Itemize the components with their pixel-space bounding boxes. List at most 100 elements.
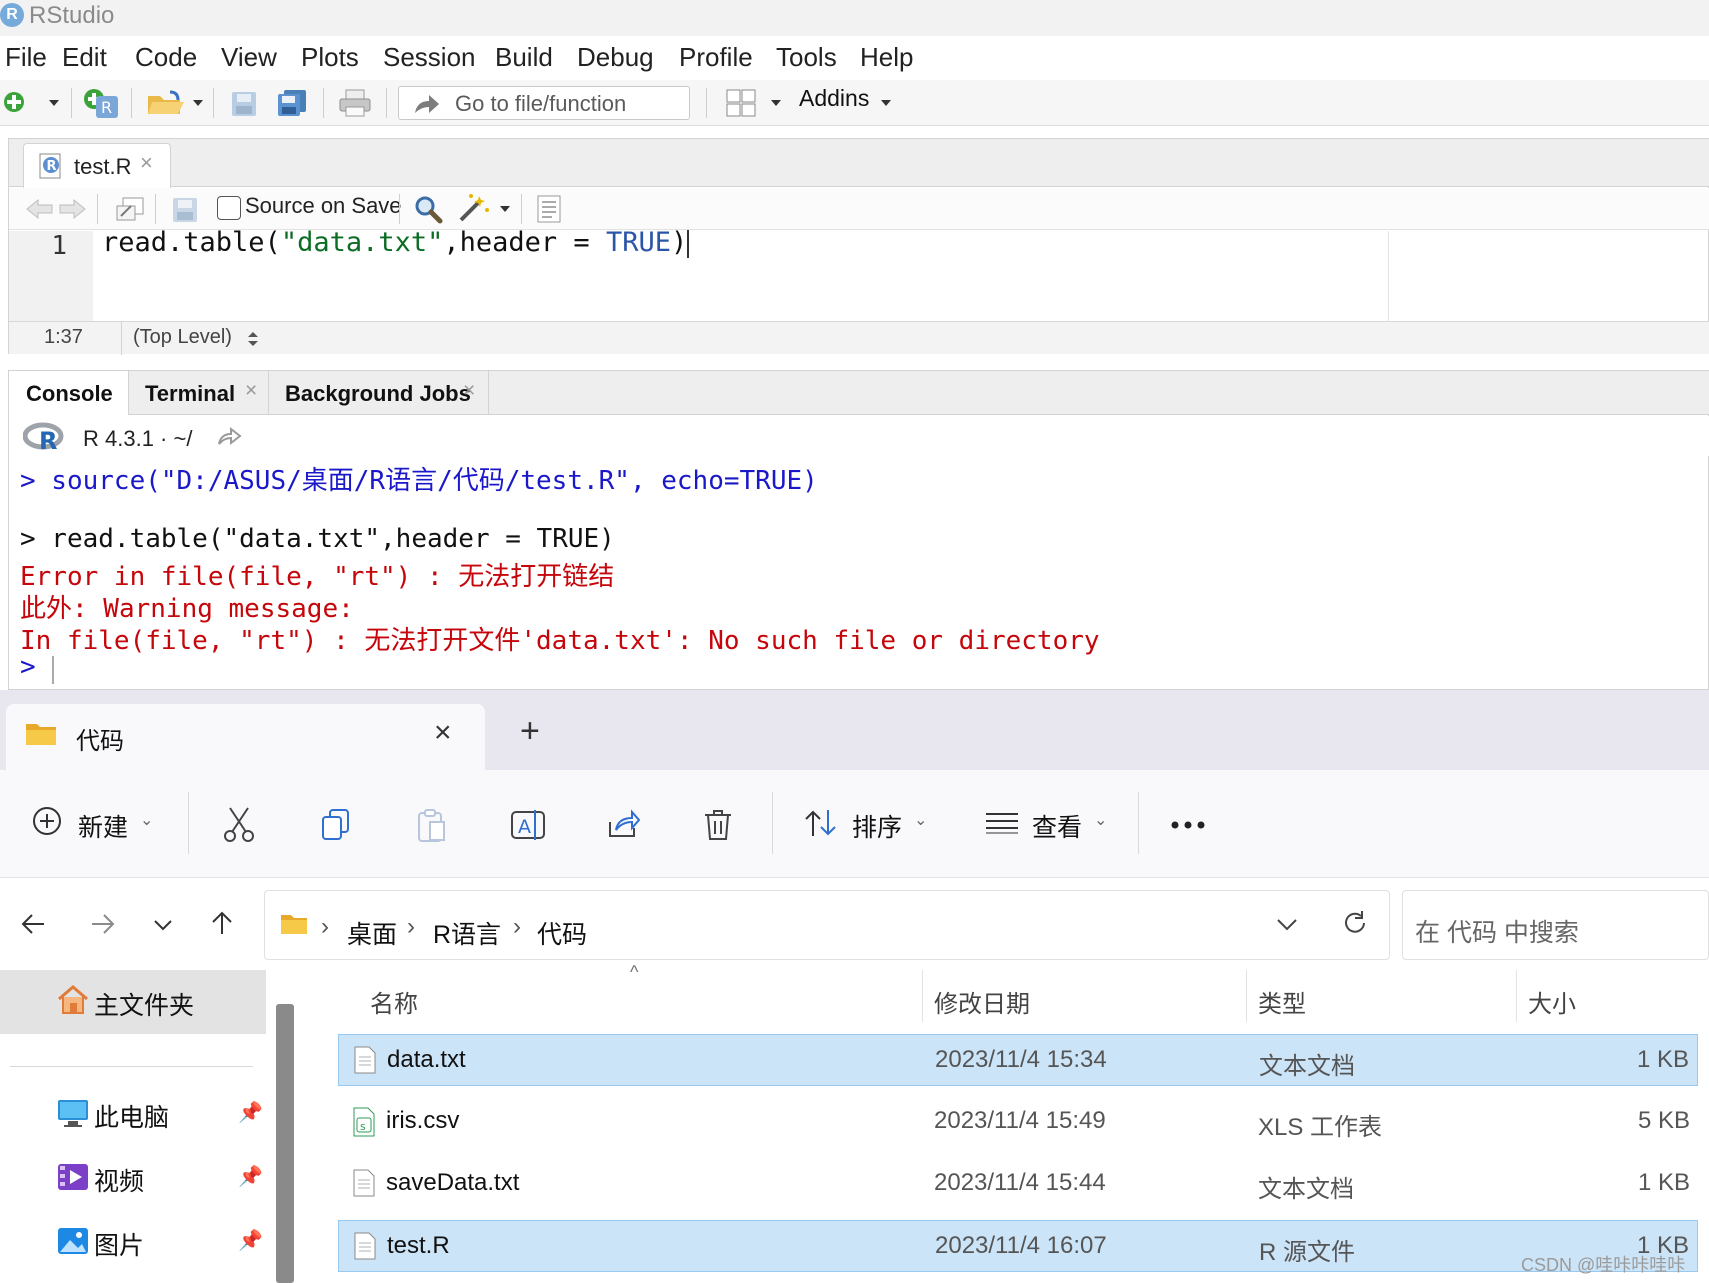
menu-tools[interactable]: Tools: [776, 42, 837, 73]
file-row-data-txt[interactable]: data.txt 2023/11/4 15:34 文本文档 1 KB: [338, 1034, 1698, 1086]
share-icon[interactable]: [606, 808, 640, 840]
editor-tab-test-r[interactable]: R test.R ×: [23, 143, 171, 188]
sort-button[interactable]: 排序 ⌄: [800, 798, 940, 848]
save-file-icon[interactable]: [171, 196, 199, 224]
close-terminal-icon[interactable]: ×: [245, 379, 257, 403]
view-button-label: 查看: [1032, 814, 1083, 842]
forward-arrow-icon[interactable]: [90, 912, 116, 936]
menu-session[interactable]: Session: [383, 42, 476, 73]
close-tab-icon[interactable]: ×: [140, 150, 153, 176]
open-folder-icon[interactable]: [146, 86, 186, 118]
console-output[interactable]: > source("D:/ASUS/桌面/R语言/代码/test.R", ech…: [0, 456, 1709, 690]
menu-view[interactable]: View: [221, 42, 277, 73]
tab-background-jobs[interactable]: Background Jobs ×: [269, 371, 489, 415]
address-history-chevron-icon[interactable]: [1275, 917, 1299, 933]
search-input[interactable]: 在 代码 中搜索: [1402, 890, 1709, 960]
document-outline-icon[interactable]: [535, 194, 563, 224]
menu-edit[interactable]: Edit: [62, 42, 107, 73]
menu-help[interactable]: Help: [860, 42, 913, 73]
print-icon[interactable]: [338, 88, 372, 118]
menu-debug[interactable]: Debug: [577, 42, 654, 73]
cut-icon[interactable]: [222, 806, 256, 844]
view-button[interactable]: 查看 ⌄: [980, 798, 1120, 848]
goto-file-function-input[interactable]: Go to file/function: [398, 86, 690, 120]
code-line[interactable]: read.table("data.txt",header = TRUE): [102, 227, 690, 258]
file-row-iris-csv[interactable]: s iris.csv 2023/11/4 15:49 XLS 工作表 5 KB: [338, 1096, 1698, 1148]
magic-wand-icon[interactable]: [457, 192, 493, 224]
open-dropdown-icon[interactable]: [192, 98, 204, 108]
nav-item-this-pc[interactable]: 此电脑 📌: [0, 1088, 266, 1138]
tab-terminal[interactable]: Terminal ×: [129, 371, 269, 415]
menu-build[interactable]: Build: [495, 42, 553, 73]
file-modified: 2023/11/4 15:34: [935, 1046, 1107, 1073]
workspace-panes-icon[interactable]: [726, 89, 756, 117]
save-all-icon[interactable]: [276, 88, 310, 118]
explorer-tab[interactable]: 代码 ×: [6, 704, 485, 770]
nav-home[interactable]: 主文件夹: [0, 970, 266, 1034]
back-arrow-icon[interactable]: [25, 198, 55, 220]
forward-arrow-icon[interactable]: [57, 198, 87, 220]
breadcrumb-desktop[interactable]: 桌面: [347, 915, 397, 951]
copy-icon[interactable]: [320, 808, 352, 842]
addins-dropdown-icon[interactable]: [880, 98, 892, 108]
file-row-savedata-txt[interactable]: saveData.txt 2023/11/4 15:44 文本文档 1 KB: [338, 1158, 1698, 1210]
refresh-icon[interactable]: [1341, 909, 1369, 937]
breadcrumb-r-language[interactable]: R语言: [433, 915, 501, 951]
menu-code[interactable]: Code: [135, 42, 197, 73]
save-icon[interactable]: [230, 90, 258, 118]
scope-selector[interactable]: (Top Level): [133, 326, 232, 349]
file-modified: 2023/11/4 16:07: [935, 1232, 1107, 1259]
toolbar-separator: [155, 194, 156, 224]
up-arrow-icon[interactable]: [210, 910, 234, 936]
scope-updown-icon[interactable]: [247, 331, 259, 347]
back-arrow-icon[interactable]: [20, 912, 46, 936]
column-header-name[interactable]: 名称: [370, 984, 418, 1019]
new-button[interactable]: 新建 ⌄: [26, 798, 176, 848]
paste-icon[interactable]: [416, 808, 448, 844]
tab-console[interactable]: Console: [9, 371, 129, 415]
code-tools-dropdown-icon[interactable]: [499, 204, 511, 214]
new-file-icon[interactable]: [2, 90, 26, 114]
pin-icon[interactable]: 📌: [238, 1164, 263, 1189]
menu-file[interactable]: File: [5, 42, 47, 73]
menu-profile[interactable]: Profile: [679, 42, 753, 73]
code-function: read.table(: [102, 227, 281, 258]
show-in-window-icon[interactable]: [113, 194, 145, 224]
file-name: saveData.txt: [386, 1169, 520, 1196]
column-divider[interactable]: [1516, 970, 1517, 1022]
column-header-modified[interactable]: 修改日期: [934, 984, 1030, 1019]
source-on-save-checkbox[interactable]: [217, 196, 241, 220]
breadcrumb-code[interactable]: 代码: [537, 915, 587, 951]
recent-locations-chevron-icon[interactable]: [152, 918, 174, 932]
menu-plots[interactable]: Plots: [301, 42, 359, 73]
file-type: 文本文档: [1258, 1176, 1354, 1203]
pin-icon[interactable]: 📌: [238, 1228, 263, 1253]
addins-menu[interactable]: Addins: [799, 85, 869, 112]
delete-trash-icon[interactable]: [702, 808, 734, 842]
close-tab-icon[interactable]: ×: [434, 716, 452, 750]
pin-icon[interactable]: 📌: [238, 1100, 263, 1125]
column-divider[interactable]: [922, 970, 923, 1022]
file-size: 1 KB: [1637, 1169, 1690, 1196]
editor-margin-line: [1388, 231, 1389, 321]
close-background-jobs-icon[interactable]: ×: [463, 379, 475, 403]
working-directory: ~/: [173, 426, 193, 451]
breadcrumb-separator-icon: ›: [407, 913, 415, 940]
column-divider[interactable]: [1246, 970, 1247, 1022]
nav-item-videos[interactable]: 视频 📌: [0, 1152, 266, 1202]
new-file-dropdown-icon[interactable]: [48, 98, 60, 108]
rename-icon[interactable]: A: [510, 808, 546, 842]
new-tab-button[interactable]: +: [520, 712, 540, 751]
more-options-icon[interactable]: [1170, 820, 1206, 830]
file-row-test-r[interactable]: test.R 2023/11/4 16:07 R 源文件 1 KB: [338, 1220, 1698, 1272]
column-header-size[interactable]: 大小: [1528, 984, 1576, 1019]
command-separator: [188, 792, 189, 854]
address-box[interactable]: › 桌面 › R语言 › 代码: [264, 890, 1390, 960]
nav-item-pictures[interactable]: 图片 📌: [0, 1216, 266, 1266]
goto-directory-icon[interactable]: [217, 426, 243, 446]
nav-scrollbar[interactable]: [276, 1004, 294, 1283]
column-header-type[interactable]: 类型: [1258, 984, 1306, 1019]
new-project-icon[interactable]: R: [82, 86, 122, 120]
panes-dropdown-icon[interactable]: [770, 98, 782, 108]
search-icon[interactable]: [413, 194, 443, 224]
